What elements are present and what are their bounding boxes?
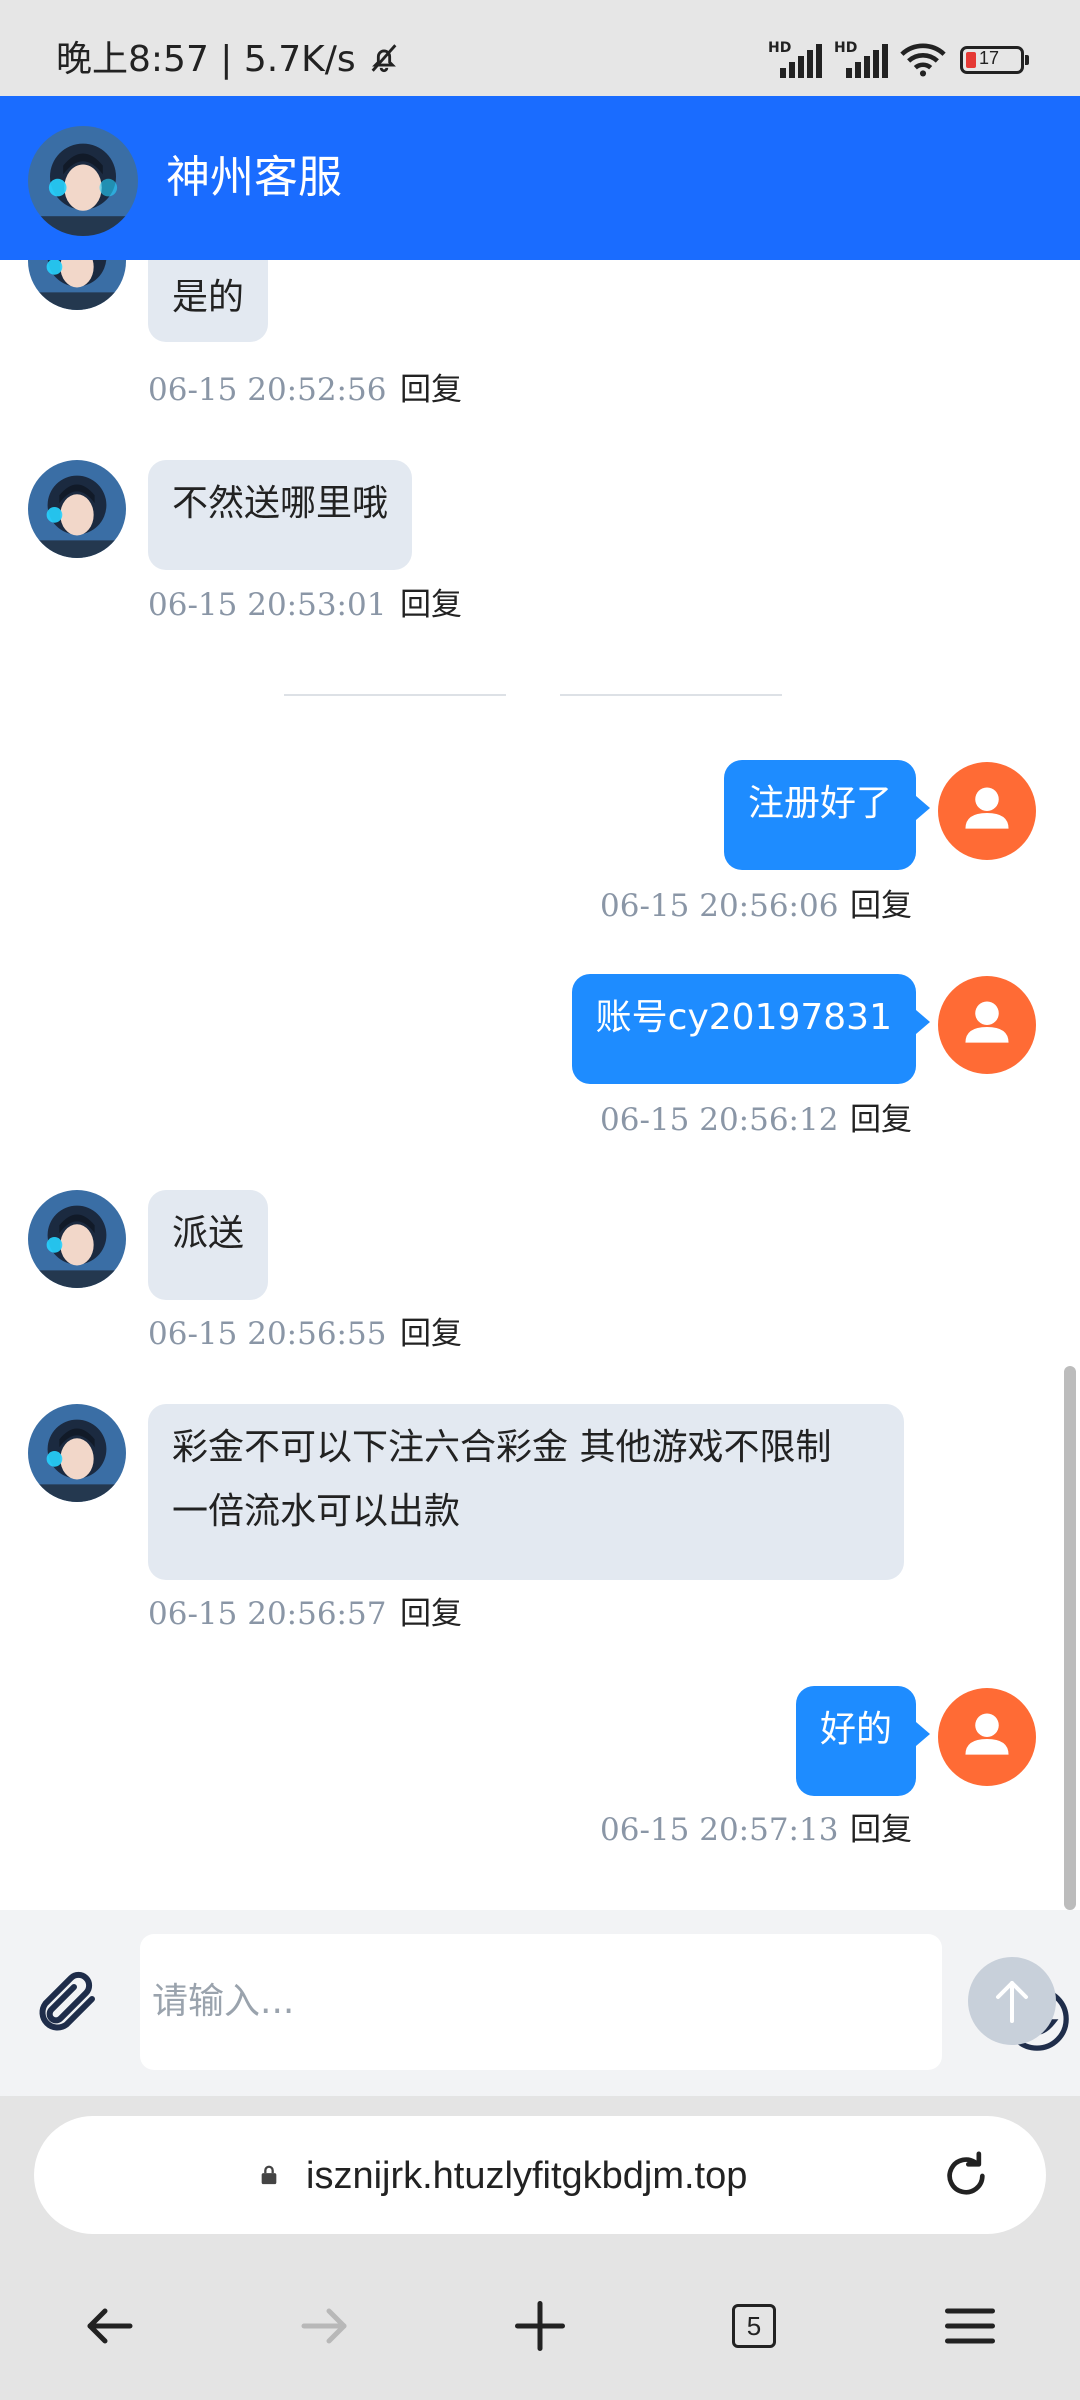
battery-icon: 17 — [960, 46, 1029, 74]
reply-button[interactable]: 回复 — [400, 585, 462, 625]
signal-icon: HD — [768, 40, 822, 80]
agent-avatar[interactable] — [28, 126, 138, 236]
browser-nav-bar: 5 — [0, 2256, 1080, 2400]
chat-header: 神州客服 — [0, 96, 1080, 260]
user-avatar-icon — [938, 762, 1036, 860]
message-bubble[interactable]: 派送 — [148, 1190, 269, 1300]
signal-icon-2: HD — [834, 40, 888, 80]
menu-hamburger-icon[interactable] — [940, 2296, 1000, 2356]
message-input[interactable]: 请输入... — [140, 1934, 1069, 2070]
attachment-clip-icon[interactable] — [32, 1966, 104, 2038]
agent-message-avatar — [28, 260, 126, 310]
lock-icon — [261, 2165, 277, 2185]
wifi-icon — [900, 43, 946, 77]
user-avatar-icon — [938, 1688, 1036, 1786]
message-time: 06-15 20:56:57 — [148, 1596, 387, 1632]
divider-left — [284, 694, 506, 696]
user-avatar-icon — [938, 976, 1036, 1074]
message-list[interactable]: 是的 06-15 20:52:56 回复 不然送哪里哦 06-15 20:53:… — [0, 260, 1080, 1910]
refresh-icon[interactable] — [938, 2148, 994, 2204]
message-bubble[interactable]: 是的 — [148, 260, 269, 342]
browser-url-area: isznijrk.htuzlyfitgkbdjm.top — [0, 2096, 1080, 2256]
composer-bar: 请输入... — [0, 1910, 1080, 2096]
status-bar: 晚上8:57 | 5.7K/s HD HD 17 — [0, 0, 1080, 96]
agent-message-avatar — [28, 1190, 126, 1288]
message-time: 06-15 20:56:55 — [148, 1316, 387, 1352]
battery-level: 17 — [979, 48, 1000, 68]
status-text: 晚上8:57 | 5.7K/s — [56, 39, 356, 80]
arrow-up-icon — [996, 1981, 1028, 2023]
message-time: 06-15 20:56:06 — [600, 888, 839, 924]
tab-count: 5 — [732, 2304, 776, 2348]
back-arrow-icon[interactable] — [80, 2296, 140, 2356]
address-bar[interactable]: isznijrk.htuzlyfitgkbdjm.top — [34, 2116, 1046, 2234]
agent-message-avatar — [28, 1404, 126, 1502]
tabs-button[interactable]: 5 — [724, 2296, 784, 2356]
agent-message-avatar — [28, 460, 126, 558]
message-bubble[interactable]: 彩金不可以下注六合彩金 其他游戏不限制 一倍流水可以出款 — [148, 1404, 904, 1580]
my-message-bubble[interactable]: 账号cy20197831 — [571, 974, 931, 1084]
message-time: 06-15 20:52:56 — [148, 372, 387, 408]
reply-button[interactable]: 回复 — [400, 370, 462, 410]
page-title: 神州客服 — [166, 152, 342, 203]
url-text: isznijrk.htuzlyfitgkbdjm.top — [306, 2155, 748, 2197]
my-message-bubble[interactable]: 好的 — [795, 1686, 931, 1796]
reply-button[interactable]: 回复 — [850, 1810, 912, 1850]
message-bubble[interactable]: 不然送哪里哦 — [148, 460, 413, 570]
my-message-bubble[interactable]: 注册好了 — [723, 760, 931, 870]
send-button[interactable] — [968, 1957, 1056, 2045]
message-text-line: 一倍流水可以出款 — [172, 1491, 461, 1532]
scrollbar[interactable] — [1064, 1366, 1076, 1910]
message-time: 06-15 20:57:13 — [600, 1812, 839, 1848]
forward-arrow-icon[interactable] — [294, 2296, 354, 2356]
reply-button[interactable]: 回复 — [400, 1314, 462, 1354]
divider-right — [560, 694, 782, 696]
reply-button[interactable]: 回复 — [850, 886, 912, 926]
reply-button[interactable]: 回复 — [850, 1100, 912, 1140]
mute-bell-icon — [371, 44, 397, 73]
reply-button[interactable]: 回复 — [400, 1594, 462, 1634]
new-tab-plus-icon[interactable] — [510, 2296, 570, 2356]
status-icons: HD HD 17 — [768, 38, 1029, 82]
message-time: 06-15 20:56:12 — [600, 1102, 839, 1138]
message-time: 06-15 20:53:01 — [148, 587, 387, 623]
input-placeholder: 请输入... — [152, 1981, 295, 2022]
status-time-speed: 晚上8:57 | 5.7K/s — [56, 38, 401, 82]
message-text-line: 彩金不可以下注六合彩金 其他游戏不限制 — [172, 1427, 832, 1468]
